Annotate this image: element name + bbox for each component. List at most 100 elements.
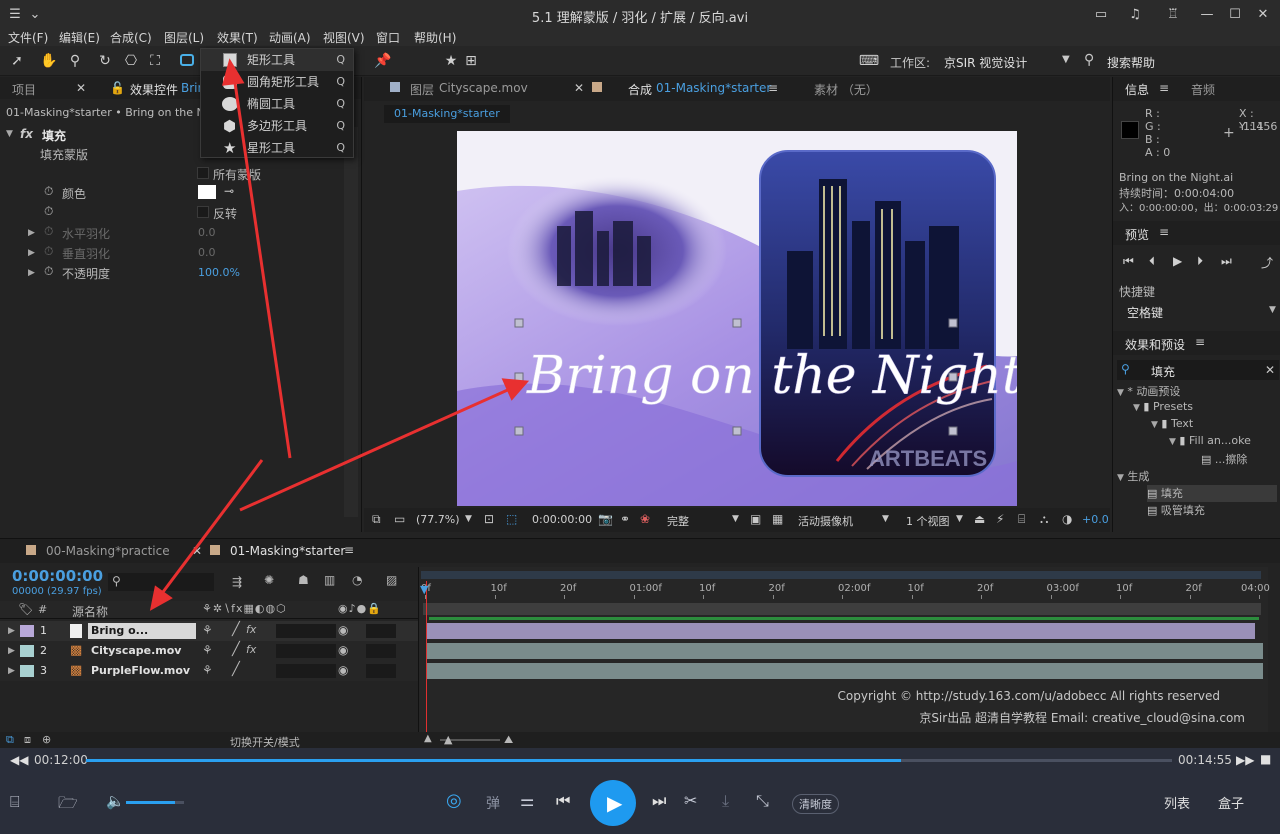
tree-item[interactable]: ▼ * 动画预设 <box>1117 383 1180 400</box>
expand-triangle-icon[interactable]: ▶ <box>28 228 35 238</box>
tab-menu-icon[interactable]: ≡ <box>344 543 354 557</box>
all-masks-row[interactable]: 所有蒙版 <box>0 164 360 184</box>
clarity-button[interactable]: 清晰度 <box>792 794 839 814</box>
playhead[interactable] <box>426 581 427 737</box>
solo-lock-boxes[interactable] <box>366 624 396 638</box>
menu-edit[interactable]: 编辑(E) <box>59 30 100 46</box>
menu-item-ellipse-tool[interactable]: 椭圆工具 Q <box>201 93 353 115</box>
effects-search-field[interactable]: ⚲ 填充 ✕ <box>1117 360 1279 380</box>
expand-triangle-icon[interactable]: ▶ <box>28 248 35 258</box>
timeline-icon[interactable]: ⌸ <box>1018 512 1025 527</box>
layer-label-color[interactable] <box>20 645 34 657</box>
fx-switch-icon[interactable]: fx <box>246 643 256 656</box>
timeline-search-input[interactable]: ⚲ <box>108 573 214 591</box>
tab-menu-icon[interactable]: ≡ <box>1195 335 1205 349</box>
tab-info[interactable]: 信息 <box>1125 81 1149 98</box>
menu-layer[interactable]: 图层(L) <box>164 30 204 46</box>
exposure-icon[interactable]: ◑ <box>1062 512 1072 526</box>
flowchart-icon[interactable]: ⛬ <box>1040 512 1048 527</box>
layer-row[interactable]: ▶ 1 Bring o... Night.ai ⚘ ╱ fx ◉ <box>0 621 418 653</box>
work-area-bar[interactable] <box>421 571 1261 579</box>
camera-tool-icon[interactable]: ⎔ <box>122 52 140 70</box>
shape-tool-icon[interactable] <box>180 54 194 66</box>
transparency-grid-icon[interactable]: ▦ <box>772 512 783 526</box>
progress-track[interactable] <box>86 759 1172 762</box>
file-box-icon[interactable]: ⌸ <box>10 792 20 812</box>
layer-name[interactable]: PurpleFlow.mov <box>91 664 190 677</box>
monitor-icon[interactable]: ▭ <box>394 512 405 526</box>
layer-label-color[interactable] <box>20 665 34 677</box>
tab-comp[interactable]: 合成 <box>628 81 652 98</box>
switch-boxes[interactable] <box>276 664 336 678</box>
first-frame-icon[interactable]: ⏮ <box>1123 254 1134 269</box>
tab-menu-icon[interactable]: ≡ <box>1159 225 1169 239</box>
stop-icon[interactable]: ■ <box>1260 752 1271 766</box>
zoom-slider-thumb[interactable]: ▲ <box>444 733 452 746</box>
rewind-icon[interactable]: ◀◀ <box>10 753 28 767</box>
chevron-down-icon[interactable]: ▼ <box>956 514 963 524</box>
layer-row[interactable]: ▶ 2 ▩ Cityscape.mov ⚘ ╱ fx ◉ <box>0 641 418 661</box>
chevron-down-icon[interactable]: ▼ <box>1062 54 1070 65</box>
tab-layer-name[interactable]: Cityscape.mov <box>439 81 528 95</box>
views-select[interactable]: 1 个视图 <box>906 513 950 529</box>
quality-select[interactable]: 完整 <box>667 513 689 529</box>
keyboard-icon[interactable]: ⌨ <box>858 52 880 70</box>
zoom-select[interactable]: (77.7%) <box>416 513 460 526</box>
grid-icon[interactable]: ⧉ <box>372 512 381 527</box>
layer-name[interactable]: Cityscape.mov <box>91 644 181 657</box>
volume-track[interactable] <box>126 801 184 804</box>
work-area-range[interactable] <box>423 603 1261 615</box>
shy-icon[interactable]: ☗ <box>298 573 309 587</box>
zoom-tool-icon[interactable]: ⚲ <box>66 52 84 70</box>
expand-triangle-icon[interactable]: ▼ <box>6 129 13 139</box>
shirt-icon[interactable]: ♖ <box>1164 6 1182 24</box>
expand-triangle-icon[interactable]: ▶ <box>28 268 35 278</box>
tab-comp-name[interactable]: 01-Masking*starter <box>656 81 771 95</box>
grid-snap-icon[interactable]: ⊞ <box>462 52 480 70</box>
playlist-button[interactable]: 列表 <box>1164 793 1190 812</box>
menu-help[interactable]: 帮助(H) <box>414 30 456 46</box>
folder-icon[interactable]: 🗁 <box>58 792 78 819</box>
all-masks-checkbox[interactable] <box>197 167 209 179</box>
pan-behind-tool-icon[interactable]: ⛶ <box>146 52 164 70</box>
next-frame-icon[interactable]: ⏵ <box>1197 254 1203 269</box>
tree-item[interactable]: ▼ 生成 <box>1117 468 1149 485</box>
clear-icon[interactable]: ✕ <box>1265 363 1275 377</box>
toggle-icon[interactable]: ⏏ <box>974 512 985 526</box>
tree-item[interactable]: ▼ ▮ Fill an...oke <box>1169 434 1251 451</box>
fit-icon[interactable]: ⊡ <box>484 512 494 526</box>
transfer-controls-icon[interactable]: ⧈ <box>24 733 31 747</box>
play-button[interactable]: ▶ <box>590 780 636 826</box>
prev-frame-icon[interactable]: ⏴ <box>1149 254 1155 269</box>
tab-audio[interactable]: 音频 <box>1191 81 1215 98</box>
feedback-icon[interactable]: ▭ <box>1092 6 1110 24</box>
fullscreen-icon[interactable]: ⤡ <box>756 791 769 811</box>
chevron-down-icon[interactable]: ▼ <box>732 514 739 524</box>
menu-item-rectangle-tool[interactable]: 矩形工具 Q <box>201 49 353 71</box>
tree-item[interactable]: ▤ 吸管填充 <box>1147 502 1205 519</box>
close-icon[interactable]: ✕ <box>192 544 202 558</box>
layer-switches-icon[interactable]: ⧉ <box>6 733 14 747</box>
tab-menu-icon[interactable]: ≡ <box>1159 81 1169 95</box>
bell-icon[interactable]: ♫ <box>1126 6 1144 24</box>
shy-switch-icon[interactable]: ⚘ <box>202 623 213 637</box>
color-channel-icon[interactable]: ❀ <box>640 512 650 526</box>
shy-switch-icon[interactable]: ⚘ <box>202 643 213 657</box>
fast-forward-icon[interactable]: ▶▶ <box>1236 753 1254 767</box>
mask-visibility-icon[interactable]: ⬚ <box>506 512 517 526</box>
3d-icon[interactable]: ◎ <box>446 790 462 811</box>
region-icon[interactable]: ▣ <box>750 512 761 526</box>
eye-icon[interactable]: ◉ <box>338 643 348 657</box>
layer-row[interactable]: ▶ 3 ▩ PurpleFlow.mov ⚘ ╱ ◉ <box>0 661 418 681</box>
layer-label-color[interactable] <box>20 625 34 637</box>
solo-lock-boxes[interactable] <box>366 644 396 658</box>
comp-mini-flowchart-icon[interactable]: ⇶ <box>232 575 242 589</box>
tab-project[interactable]: 项目 <box>12 81 36 98</box>
zoom-out-icon[interactable]: ▲ <box>424 733 432 744</box>
show-snapshot-icon[interactable]: ⚭ <box>620 512 630 526</box>
menu-file[interactable]: 文件(F) <box>8 30 48 46</box>
snapshot-icon[interactable]: 📷 <box>598 512 613 526</box>
shortcut-select[interactable]: 空格键 ▼ <box>1119 301 1280 321</box>
layer-bar-3[interactable] <box>427 663 1263 679</box>
playhead-marker-icon[interactable]: ▼ <box>420 583 428 596</box>
